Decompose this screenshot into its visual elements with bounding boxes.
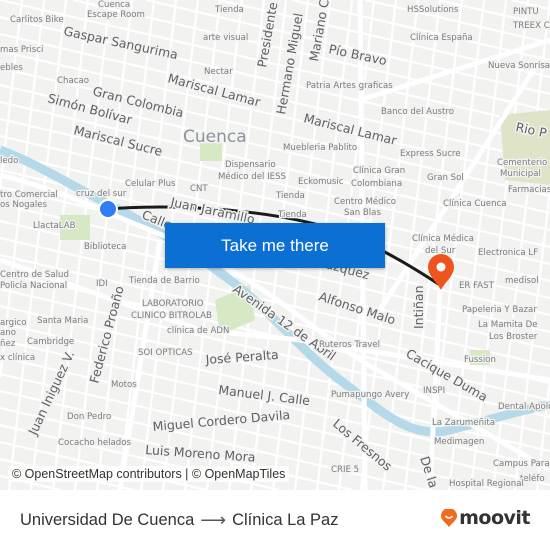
arrow-right-icon: ⟶	[200, 510, 227, 530]
poi-label: Clínica Gran	[353, 166, 405, 176]
poi-label: ñez	[0, 339, 16, 349]
poi-label: Biblioteca	[84, 242, 126, 252]
poi-label: ebles	[0, 63, 23, 73]
poi-label: Carlitos Bike	[10, 15, 64, 25]
poi-label: Banco del Austro	[381, 107, 454, 117]
poi-label: Express Sucre	[400, 149, 461, 159]
poi-label: Tienda de Barrio	[128, 276, 200, 286]
poi-label: ano	[0, 328, 16, 338]
poi-label: Cementerio	[497, 158, 547, 168]
poi-label: arte visual	[203, 33, 248, 43]
poi-label: Patria Artes graficas	[306, 81, 393, 91]
poi-label: Celular Plus	[125, 179, 176, 189]
poi-label: TREEX Ci	[512, 21, 550, 31]
poi-label: Cuenca	[98, 0, 130, 10]
poi-label: Los Broster	[489, 332, 538, 342]
origin-name: Universidad De Cuenca	[20, 511, 195, 529]
poi-label: Centro de Salud	[0, 270, 69, 280]
origin-marker[interactable]	[98, 199, 118, 219]
poi-label: ledo	[0, 156, 18, 166]
poi-label: argico	[0, 318, 26, 328]
city-label: Cuenca	[183, 127, 247, 147]
poi-label: Tienda	[277, 210, 307, 220]
poi-label: Escape Room	[87, 10, 145, 20]
poi-label: Médico del IESS	[218, 171, 286, 182]
poi-label: Clínica España	[410, 33, 473, 43]
poi-label: cruz del sur	[76, 189, 127, 199]
poi-label: x clínica	[0, 353, 35, 363]
poi-label: Clínica Médica	[412, 233, 474, 244]
poi-label: Nueva Sonrisa	[488, 61, 550, 71]
poi-label: HSSolutions	[407, 5, 459, 15]
poi-label: CRIE 5	[331, 465, 359, 475]
poi-label: CNT	[190, 184, 208, 194]
poi-label: Nectar	[204, 67, 233, 77]
map-attribution[interactable]: © OpenStreetMap contributors | © OpenMap…	[8, 466, 290, 482]
poi-label: Chacao	[57, 76, 89, 86]
poi-label: Motos	[111, 380, 137, 390]
poi-label: Cocacho helados	[58, 438, 132, 448]
poi-label: Centro Médico	[334, 196, 396, 207]
poi-label: Dispensario	[225, 160, 276, 170]
poi-label: Eckomusic	[298, 177, 344, 187]
poi-label: SOI OPTICAS	[138, 348, 193, 358]
poi-label: LlactaLAB	[33, 221, 76, 231]
poi-label: Don Pedro	[67, 412, 111, 422]
poi-label: Municipal	[500, 169, 541, 179]
poi-label: LABORATORIO	[142, 299, 204, 309]
street-label: Manuel J. Calle	[218, 382, 312, 408]
poi-label: Fussion	[464, 355, 496, 365]
street-label: Mariscal Sucre	[72, 122, 164, 159]
poi-label: Dental Apolo	[498, 402, 550, 412]
street-label: Luis Moreno Mora	[145, 442, 256, 465]
poi-label: Electronica LF	[478, 248, 538, 258]
poi-label: Hospital Regional	[449, 479, 524, 489]
street-label: José Peralta	[204, 347, 279, 367]
poi-label: Gran Sol	[427, 173, 464, 183]
poi-label: clínica de ADN	[167, 326, 229, 336]
moovit-pin-icon	[441, 509, 458, 527]
poi-label: INSPI	[423, 386, 445, 396]
route-title: Universidad De Cuenca ⟶ Clínica La Paz	[20, 510, 338, 531]
poi-label: Papeleria Y Bazar	[462, 305, 537, 315]
poi-label: La Zarumeñita	[432, 418, 495, 428]
poi-label: La Mamita De	[478, 320, 538, 330]
poi-label: Cambridge	[27, 337, 74, 347]
destination-name: Clínica La Paz	[232, 511, 339, 529]
poi-label: San Blas	[344, 208, 381, 218]
poi-label: Campus Paraí	[493, 459, 550, 469]
poi-label: mas Prisci	[0, 45, 43, 55]
poi-label: medisol	[505, 276, 539, 286]
street-label: Pío Bravo	[327, 41, 388, 68]
poi-label: Colombiana	[351, 179, 402, 189]
poi-label: Policía Nacional	[0, 281, 67, 291]
poi-label: Farmacias	[508, 185, 550, 195]
poi-label: Medimagen	[434, 437, 484, 447]
poi-label: CLINICO BITROLAB	[131, 311, 212, 321]
map[interactable]: Gaspar Sangurima Mariscal Lamar Gran Col…	[0, 0, 550, 490]
poi-label: Santa Maria	[37, 316, 88, 326]
poi-label: Tienda	[275, 191, 305, 201]
poi-label: Pumapungo Avery	[331, 390, 409, 400]
poi-label: Tienda	[214, 5, 244, 15]
poi-label: tro Comercial	[0, 190, 58, 200]
take-me-there-button[interactable]: Take me there	[165, 223, 385, 268]
poi-label: Muebleria Pablito	[283, 143, 357, 153]
moovit-logo[interactable]: moovit	[441, 507, 530, 529]
poi-label: Ruteros Travel	[319, 340, 380, 350]
street-label: Intiñan	[411, 286, 426, 330]
poi-label: Clínica Cuenca	[443, 199, 507, 209]
poi-label: ER FAST	[459, 281, 495, 291]
street-label: Juan Jaramillo	[168, 194, 256, 227]
poi-label: IDI	[96, 279, 108, 289]
brand-name: moovit	[459, 507, 530, 529]
footer-bar: Universidad De Cuenca ⟶ Clínica La Paz m…	[0, 490, 550, 550]
poi-label: PINTU	[513, 7, 539, 17]
poi-label: os Nogales	[0, 200, 48, 210]
